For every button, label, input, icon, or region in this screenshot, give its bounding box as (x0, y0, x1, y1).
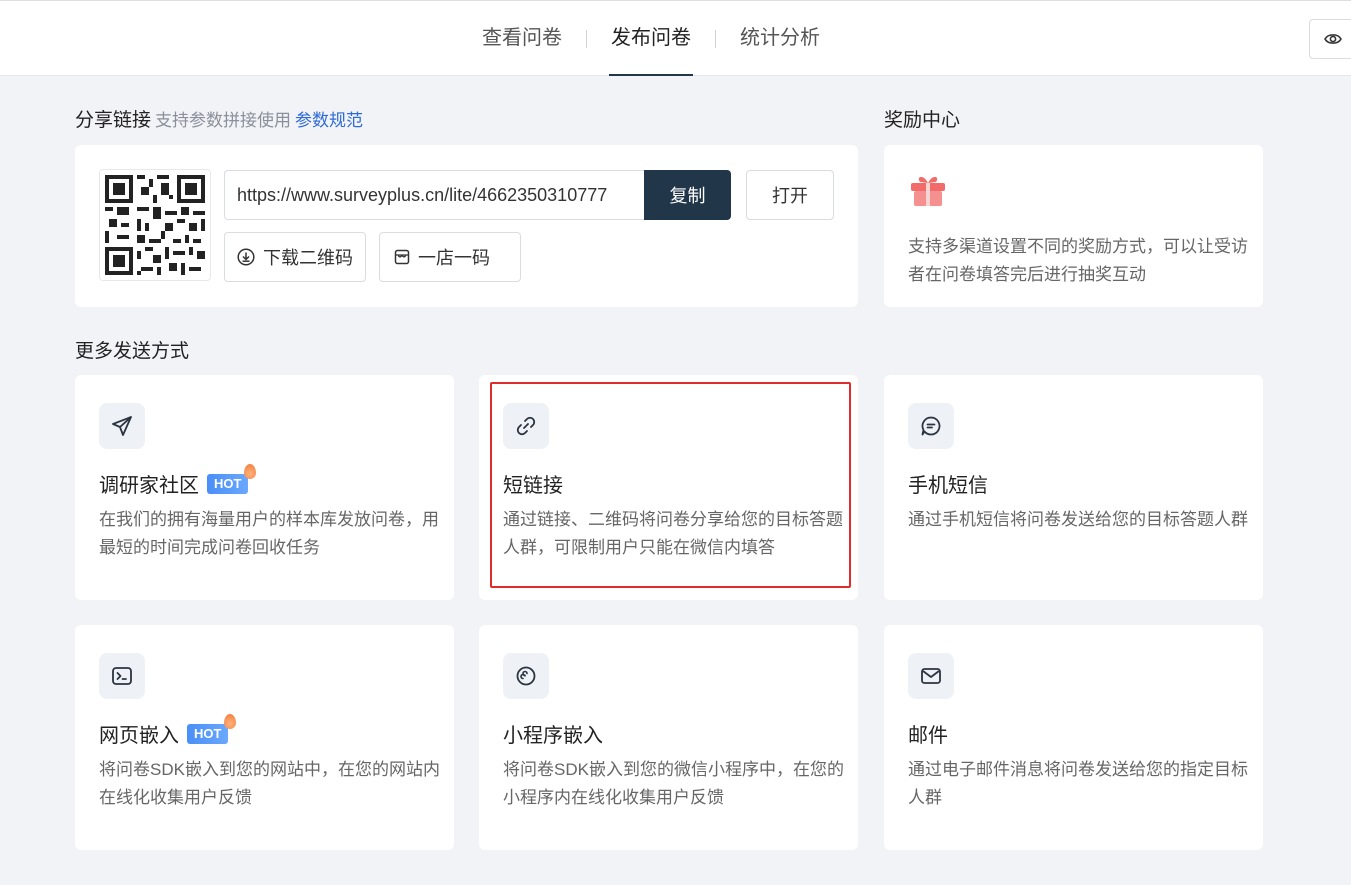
method-title-text: 小程序嵌入 (503, 725, 603, 747)
share-link-heading: 分享链接 支持参数拼接使用 参数规范 (75, 105, 363, 132)
main-tabs: 查看问卷 发布问卷 统计分析 (470, 1, 832, 76)
share-link-card: 复制 打开 下载二维码 一店一码 (75, 145, 858, 307)
method-title-text: 邮件 (908, 725, 948, 747)
method-title: 邮件 (908, 719, 948, 748)
method-card-sms[interactable]: 手机短信 通过手机短信将问卷发送给您的目标答题人群 (884, 375, 1263, 600)
send-icon (112, 416, 132, 436)
method-description: 在我们的拥有海量用户的样本库发放问卷，用最短的时间完成问卷回收任务 (99, 510, 439, 557)
qr-code-image (99, 169, 211, 281)
share-url-group: 复制 (224, 170, 732, 220)
mini-program-icon (516, 666, 536, 686)
tab-divider (586, 29, 587, 48)
qr-code-graphic (105, 175, 205, 275)
method-card-mini-program-embed[interactable]: 小程序嵌入 将问卷SDK嵌入到您的微信小程序中，在您的小程序内在线化收集用户反馈 (479, 625, 858, 850)
method-description: 通过链接、二维码将问卷分享给您的目标答题人群，可限制用户只能在微信内填答 (503, 510, 843, 557)
mail-icon (921, 668, 941, 684)
param-spec-link[interactable]: 参数规范 (295, 111, 363, 130)
reward-center-card[interactable]: 支持多渠道设置不同的奖励方式，可以让受访者在问卷填答完后进行抽奖互动 (884, 145, 1263, 307)
tab-divider (715, 29, 716, 48)
method-icon-box (908, 403, 954, 449)
method-title: 网页嵌入 HOT (99, 713, 237, 748)
share-link-title: 分享链接 (75, 110, 152, 131)
method-title-text: 网页嵌入 (99, 725, 179, 747)
method-card-short-link[interactable]: 短链接 通过链接、二维码将问卷分享给您的目标答题人群，可限制用户只能在微信内填答 (479, 375, 858, 600)
message-icon (921, 416, 941, 436)
download-icon (237, 248, 255, 266)
method-description: 将问卷SDK嵌入到您的网站中，在您的网站内在线化收集用户反馈 (99, 760, 440, 807)
hot-badge: HOT (207, 463, 257, 494)
store-code-button[interactable]: 一店一码 (379, 232, 521, 282)
method-title-text: 手机短信 (908, 475, 988, 497)
method-icon-box (908, 653, 954, 699)
reward-description: 支持多渠道设置不同的奖励方式，可以让受访者在问卷填答完后进行抽奖互动 (908, 237, 1248, 284)
share-url-input[interactable] (224, 170, 644, 220)
method-title: 调研家社区 HOT (99, 463, 257, 498)
open-button[interactable]: 打开 (746, 170, 834, 220)
method-icon-box (99, 403, 145, 449)
download-qr-label: 下载二维码 (263, 248, 353, 268)
link-icon (516, 416, 536, 436)
method-title-text: 短链接 (503, 475, 563, 497)
flame-icon (224, 713, 237, 729)
preview-button[interactable] (1309, 19, 1351, 59)
method-title: 小程序嵌入 (503, 719, 603, 748)
open-button-label: 打开 (772, 186, 808, 206)
eye-icon (1324, 34, 1342, 44)
gift-icon (911, 176, 945, 206)
tab-statistics[interactable]: 统计分析 (728, 1, 832, 76)
store-icon (394, 249, 410, 265)
terminal-icon (112, 667, 132, 685)
method-title: 手机短信 (908, 469, 988, 498)
method-icon-box (99, 653, 145, 699)
method-title: 短链接 (503, 469, 563, 498)
more-methods-title: 更多发送方式 (75, 341, 190, 362)
reward-center-title: 奖励中心 (884, 110, 961, 131)
method-card-email[interactable]: 邮件 通过电子邮件消息将问卷发送给您的指定目标人群 (884, 625, 1263, 850)
tab-view-survey[interactable]: 查看问卷 (470, 1, 574, 76)
tab-publish-survey[interactable]: 发布问卷 (599, 1, 703, 76)
method-title-text: 调研家社区 (99, 475, 199, 497)
hot-badge: HOT (187, 713, 237, 744)
store-code-label: 一店一码 (418, 248, 490, 268)
method-description: 将问卷SDK嵌入到您的微信小程序中，在您的小程序内在线化收集用户反馈 (503, 760, 844, 807)
method-card-web-embed[interactable]: 网页嵌入 HOT 将问卷SDK嵌入到您的网站中，在您的网站内在线化收集用户反馈 (75, 625, 454, 850)
method-description: 通过电子邮件消息将问卷发送给您的指定目标人群 (908, 760, 1248, 807)
top-navigation-bar: 查看问卷 发布问卷 统计分析 (0, 0, 1351, 76)
copy-button[interactable]: 复制 (644, 170, 731, 220)
flame-icon (244, 463, 257, 479)
download-qr-button[interactable]: 下载二维码 (224, 232, 366, 282)
method-description: 通过手机短信将问卷发送给您的目标答题人群 (908, 510, 1248, 529)
method-card-research-community[interactable]: 调研家社区 HOT 在我们的拥有海量用户的样本库发放问卷，用最短的时间完成问卷回… (75, 375, 454, 600)
method-icon-box (503, 403, 549, 449)
share-link-hint: 支持参数拼接使用 (155, 111, 292, 130)
method-icon-box (503, 653, 549, 699)
